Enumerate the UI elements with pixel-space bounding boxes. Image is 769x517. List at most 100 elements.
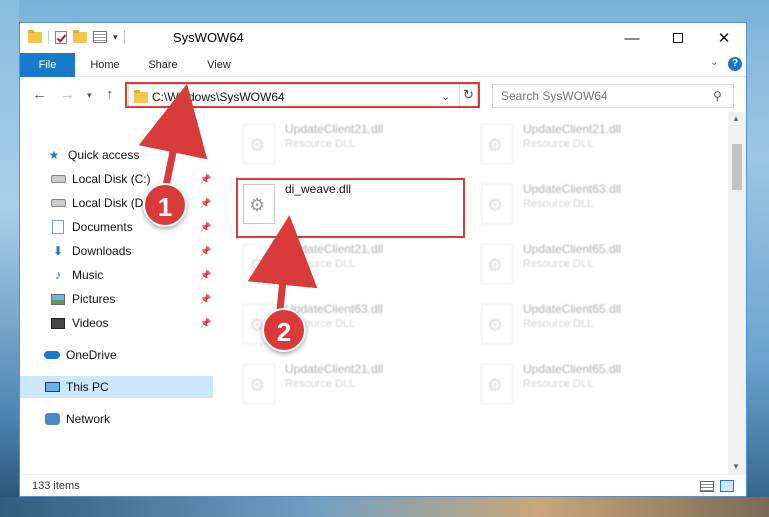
file-item[interactable]: ⚙ UpdateClient21.dll Resource DLL (235, 238, 465, 294)
sidebar-item-label: Network (66, 412, 111, 426)
address-bar-highlight (125, 82, 480, 108)
dll-file-icon: ⚙ (481, 184, 513, 224)
forward-button[interactable]: → (60, 86, 75, 103)
help-icon[interactable]: ? (728, 57, 742, 71)
sidebar-item-label: Music (72, 268, 104, 282)
file-item[interactable]: ⚙ UpdateClient63.dll Resource DLL (473, 178, 703, 234)
sidebar-item-label: Local Disk (D:) (72, 196, 151, 210)
sidebar-item-label: Videos (72, 316, 109, 330)
minimize-button[interactable]: — (609, 23, 655, 53)
sidebar-item-onedrive[interactable]: OneDrive (20, 344, 213, 366)
music-icon: ♪ (55, 268, 61, 282)
quick-access-toolbar: ▾ (28, 29, 125, 44)
file-type: Resource DLL (523, 138, 594, 150)
folder-icon (28, 29, 42, 43)
scroll-up-icon[interactable]: ▲ (732, 114, 740, 123)
item-count: 133 items (32, 480, 80, 492)
file-item[interactable]: ⚙ UpdateClient21.dll Resource DLL (473, 118, 703, 174)
file-type: Resource DLL (523, 258, 594, 270)
file-name: UpdateClient21.dll (285, 362, 384, 376)
pin-icon[interactable]: 📌 (200, 294, 211, 305)
sidebar-item-pictures[interactable]: Pictures 📌 (20, 288, 213, 310)
sidebar-item-local-disk-c[interactable]: Local Disk (C:) 📌 (20, 168, 213, 190)
dll-file-icon: ⚙ (243, 244, 275, 284)
sidebar-item-label: Documents (72, 220, 133, 234)
videos-icon (50, 316, 66, 330)
navigation-pane: ★ Quick access Local Disk (C:) 📌 Local D… (20, 112, 215, 474)
tab-view[interactable]: View (194, 53, 244, 77)
search-icon[interactable]: ⚲ (713, 89, 722, 103)
sidebar-item-videos[interactable]: Videos 📌 (20, 312, 213, 334)
computer-icon (44, 380, 60, 394)
sidebar-item-label: Local Disk (C:) (72, 172, 151, 186)
sidebar-item-documents[interactable]: Documents 📌 (20, 216, 213, 238)
back-button[interactable]: ← (32, 86, 47, 103)
file-name: UpdateClient65.dll (523, 242, 622, 256)
step-badge-2: 2 (262, 308, 306, 352)
file-highlight (236, 178, 465, 238)
file-name: UpdateClient65.dll (523, 362, 622, 376)
status-bar: 133 items (20, 474, 746, 496)
pictures-icon (50, 292, 66, 306)
dll-file-icon: ⚙ (243, 364, 275, 404)
scrollbar-thumb[interactable] (732, 144, 742, 190)
details-view-icon[interactable] (700, 481, 714, 492)
window-title: SysWOW64 (173, 30, 244, 45)
pin-icon[interactable]: 📌 (200, 246, 211, 257)
sidebar-item-label: Quick access (68, 148, 140, 162)
view-options-icon[interactable] (93, 31, 107, 43)
sidebar-item-quick-access[interactable]: ★ Quick access (20, 144, 213, 166)
sidebar-item-music[interactable]: ♪ Music 📌 (20, 264, 213, 286)
file-type: Resource DLL (523, 318, 594, 330)
large-icons-view-icon[interactable] (720, 480, 734, 492)
file-item[interactable]: ⚙ UpdateClient21.dll Resource DLL (235, 358, 465, 414)
new-folder-icon[interactable] (73, 29, 87, 43)
scroll-down-icon[interactable]: ▼ (732, 462, 740, 471)
maximize-button[interactable] (655, 23, 701, 53)
drive-icon (50, 196, 66, 210)
vertical-scrollbar[interactable]: ▲ ▼ (728, 112, 746, 474)
file-item[interactable]: ⚙ UpdateClient21.dll Resource DLL (235, 118, 465, 174)
tab-share[interactable]: Share (138, 53, 188, 77)
properties-check-icon[interactable] (55, 30, 67, 44)
dll-file-icon: ⚙ (481, 124, 513, 164)
pin-icon[interactable]: 📌 (200, 222, 211, 233)
desktop-background-left (0, 0, 19, 517)
search-box[interactable]: ⚲ (492, 84, 734, 108)
star-icon: ★ (48, 148, 60, 162)
file-list: ⚙ UpdateClient21.dll Resource DLL ⚙ di_w… (215, 112, 728, 474)
file-item[interactable]: ⚙ UpdateClient65.dll Resource DLL (473, 238, 703, 294)
file-name: UpdateClient65.dll (523, 302, 622, 316)
desktop-background-bottom (0, 497, 769, 517)
file-item[interactable]: ⚙ UpdateClient65.dll Resource DLL (473, 358, 703, 414)
sidebar-item-label: Pictures (72, 292, 116, 306)
pin-icon[interactable]: 📌 (200, 270, 211, 281)
drive-icon (50, 172, 66, 186)
recent-locations-chevron-icon[interactable]: ▾ (87, 90, 92, 101)
pin-icon[interactable]: 📌 (200, 174, 211, 185)
cloud-icon (44, 348, 60, 362)
network-icon (44, 412, 60, 426)
toolbar-divider (123, 30, 125, 44)
sidebar-item-network[interactable]: Network (20, 408, 213, 430)
sidebar-item-label: This PC (66, 380, 109, 394)
ribbon-tabs: File Home Share View ⌄ ? (20, 53, 746, 77)
tab-file[interactable]: File (20, 53, 75, 77)
ribbon-expand-chevron-icon[interactable]: ⌄ (710, 57, 718, 68)
dll-file-icon: ⚙ (243, 124, 275, 164)
pin-icon[interactable]: 📌 (200, 318, 211, 329)
file-name: UpdateClient21.dll (523, 122, 622, 136)
dll-file-icon: ⚙ (481, 244, 513, 284)
sidebar-item-this-pc[interactable]: This PC (20, 376, 213, 398)
download-icon: ⬇ (52, 244, 64, 258)
file-type: Resource DLL (523, 198, 594, 210)
dll-file-icon: ⚙ (481, 304, 513, 344)
sidebar-item-downloads[interactable]: ⬇ Downloads 📌 (20, 240, 213, 262)
search-input[interactable] (493, 85, 703, 107)
pin-icon[interactable]: 📌 (200, 198, 211, 209)
close-button[interactable]: ✕ (701, 23, 746, 53)
file-item[interactable]: ⚙ UpdateClient65.dll Resource DLL (473, 298, 703, 354)
tab-home[interactable]: Home (80, 53, 130, 77)
up-button[interactable]: ↑ (106, 86, 114, 103)
customize-toolbar-dropdown-icon[interactable]: ▾ (113, 32, 118, 43)
